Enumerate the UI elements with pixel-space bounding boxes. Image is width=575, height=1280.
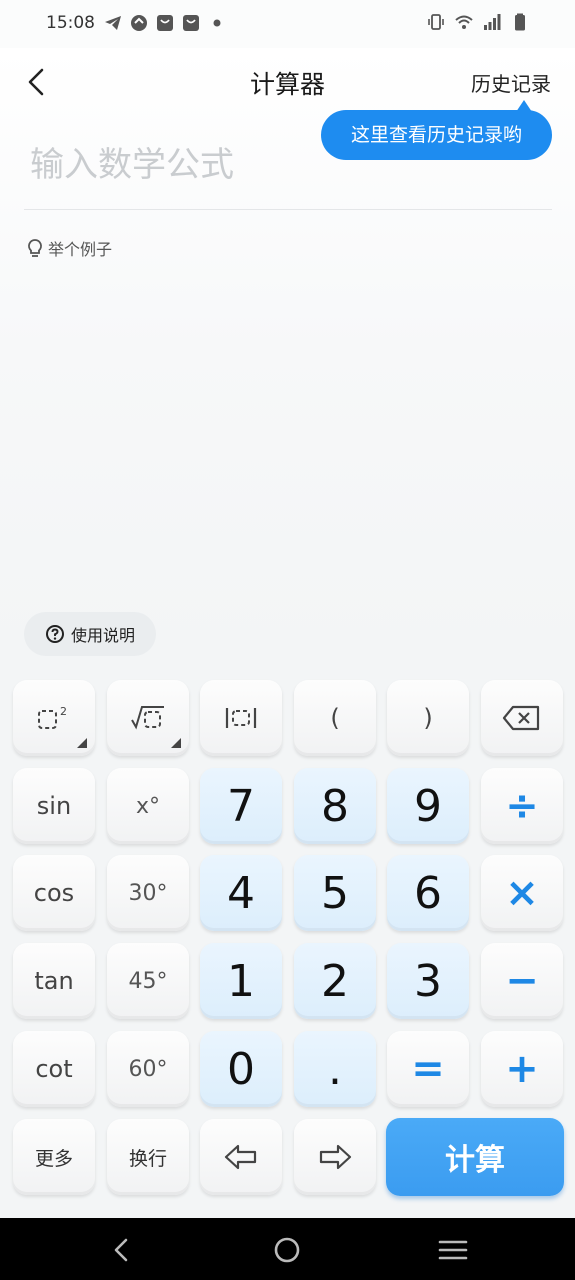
status-notification-icons — [104, 14, 226, 32]
tan-key[interactable]: tan — [13, 943, 95, 1019]
decimal-point-key[interactable]: . — [294, 1031, 376, 1107]
digit-4-key[interactable]: 4 — [200, 855, 282, 931]
input-divider — [24, 209, 552, 210]
manual-label: 使用说明 — [70, 626, 135, 645]
cursor-left-key[interactable] — [200, 1119, 282, 1195]
navigation-bar — [0, 1218, 575, 1280]
wifi-icon — [455, 15, 473, 29]
example-link[interactable]: 举个例子 — [26, 236, 112, 260]
square-template-icon: 2 — [38, 705, 67, 729]
status-system-icons — [427, 13, 529, 31]
history-button[interactable]: 历史记录 — [471, 68, 551, 97]
backspace-icon — [502, 705, 540, 731]
header: 计算器 历史记录 — [0, 48, 575, 116]
digit-3-key[interactable]: 3 — [387, 943, 469, 1019]
vibrate-icon — [428, 14, 444, 30]
app-icon — [131, 15, 147, 31]
plus-key[interactable]: + — [481, 1031, 563, 1107]
cursor-right-key[interactable] — [294, 1119, 376, 1195]
formula-input[interactable] — [30, 140, 320, 190]
arrow-right-icon — [319, 1144, 352, 1170]
digit-1-key[interactable]: 1 — [200, 943, 282, 1019]
more-key[interactable]: 更多 — [13, 1119, 95, 1195]
equals-key[interactable]: = — [387, 1031, 469, 1107]
sqrt-template-icon — [131, 706, 164, 730]
divide-key[interactable]: ÷ — [481, 768, 563, 844]
arrow-left-icon — [224, 1144, 257, 1170]
cot-key[interactable]: cot — [13, 1031, 95, 1107]
30-degree-key[interactable]: 30° — [107, 855, 189, 931]
abs-template-icon — [225, 708, 257, 728]
digit-9-key[interactable]: 9 — [387, 768, 469, 844]
digit-0-key[interactable]: 0 — [200, 1031, 282, 1107]
45-degree-key[interactable]: 45° — [107, 943, 189, 1019]
digit-7-key[interactable]: 7 — [200, 768, 282, 844]
menu-icon[interactable] — [438, 1236, 468, 1264]
history-tooltip[interactable]: 这里查看历史记录哟 — [321, 110, 552, 160]
battery-icon — [515, 13, 525, 31]
sqrt-key[interactable] — [107, 680, 189, 756]
60-degree-key[interactable]: 60° — [107, 1031, 189, 1107]
signal-icon — [484, 14, 501, 30]
minus-key[interactable]: − — [481, 943, 563, 1019]
square-key[interactable]: 2 — [13, 680, 95, 756]
bag-icon — [183, 15, 199, 31]
backspace-key[interactable] — [481, 680, 563, 756]
digit-5-key[interactable]: 5 — [294, 855, 376, 931]
more-options-corner — [77, 738, 87, 748]
more-options-corner — [171, 738, 181, 748]
svg-text:2: 2 — [60, 705, 67, 718]
help-circle-icon — [45, 625, 64, 643]
home-icon[interactable] — [272, 1236, 302, 1264]
digit-6-key[interactable]: 6 — [387, 855, 469, 931]
bag-icon — [157, 15, 173, 31]
close-paren-key[interactable]: ) — [387, 680, 469, 756]
dot-icon — [213, 19, 221, 27]
lightbulb-icon — [28, 239, 42, 257]
status-time: 15:08 — [46, 13, 95, 33]
degree-key[interactable]: x° — [107, 768, 189, 844]
back-icon[interactable] — [107, 1236, 137, 1264]
newline-key[interactable]: 换行 — [107, 1119, 189, 1195]
open-paren-key[interactable]: ( — [294, 680, 376, 756]
abs-key[interactable] — [200, 680, 282, 756]
digit-8-key[interactable]: 8 — [294, 768, 376, 844]
multiply-key[interactable]: × — [481, 855, 563, 931]
cos-key[interactable]: cos — [13, 855, 95, 931]
digit-2-key[interactable]: 2 — [294, 943, 376, 1019]
example-label: 举个例子 — [48, 240, 113, 259]
telegram-icon — [105, 16, 121, 30]
manual-button[interactable]: 使用说明 — [24, 612, 156, 656]
sin-key[interactable]: sin — [13, 768, 95, 844]
status-bar: 15:08 — [0, 0, 575, 48]
calculate-button[interactable]: 计算 — [386, 1118, 564, 1196]
